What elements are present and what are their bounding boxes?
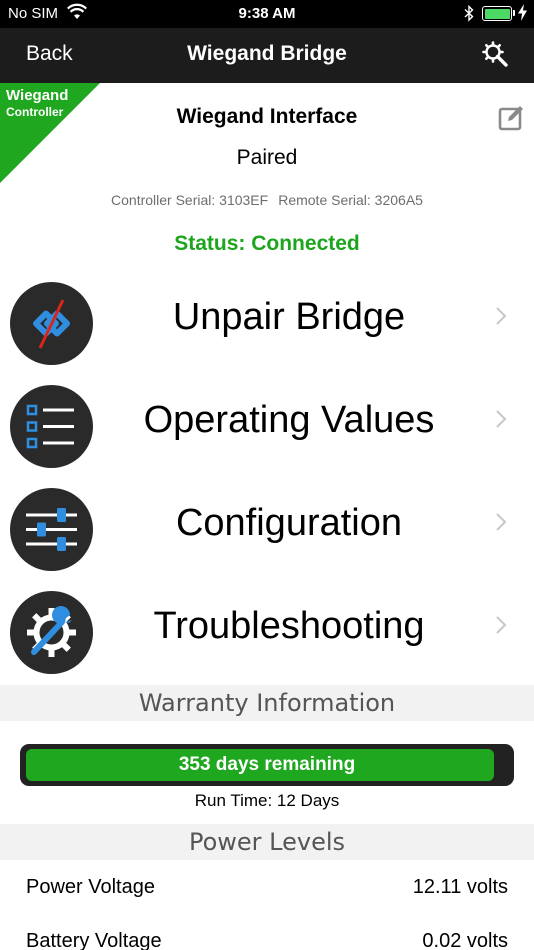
warranty-remaining: 353 days remaining <box>178 754 356 775</box>
chevron-right-icon <box>496 616 507 634</box>
device-name: Wiegand Interface <box>176 105 358 128</box>
menu-label: Troubleshooting <box>153 605 425 647</box>
gear-search-icon[interactable] <box>481 40 509 68</box>
sliders-icon <box>10 488 93 571</box>
unlink-icon <box>10 282 93 365</box>
run-time: Run Time: 12 Days <box>194 791 340 810</box>
bluetooth-icon <box>464 5 474 22</box>
remote-serial: Remote Serial: 3206A5 <box>278 192 423 208</box>
menu-label: Operating Values <box>143 399 435 441</box>
list-icon <box>10 385 93 468</box>
connection-status: Status: Connected <box>174 232 360 255</box>
page-title: Wiegand Bridge <box>187 42 347 65</box>
controller-serial: Controller Serial: 3103EF <box>111 192 269 208</box>
chevron-right-icon <box>496 307 507 325</box>
chevron-right-icon <box>496 513 507 531</box>
pair-state: Paired <box>236 146 298 169</box>
menu-item-unpair-bridge[interactable]: Unpair Bridge <box>0 273 534 373</box>
battery-voltage-value: 0.02 volts <box>422 930 508 950</box>
power-levels-header: Power Levels <box>0 824 534 860</box>
menu-item-troubleshooting[interactable]: Troubleshooting <box>0 582 534 682</box>
battery-voltage-label: Battery Voltage <box>26 930 162 950</box>
navigation-bar: Back Wiegand Bridge <box>0 28 534 83</box>
power-voltage-label: Power Voltage <box>26 876 155 898</box>
clock: 9:38 AM <box>238 5 296 22</box>
menu-item-operating-values[interactable]: Operating Values <box>0 376 534 476</box>
serial-numbers: Controller Serial: 3103EF Remote Serial: … <box>0 192 534 208</box>
battery-icon <box>482 6 512 21</box>
chevron-right-icon <box>496 410 507 428</box>
menu-item-configuration[interactable]: Configuration <box>0 479 534 579</box>
menu-label: Unpair Bridge <box>172 296 406 338</box>
menu-label: Configuration <box>175 502 403 544</box>
power-voltage-row: Power Voltage 12.11 volts <box>0 868 534 908</box>
warranty-header: Warranty Information <box>0 685 534 721</box>
wrench-gear-icon <box>10 591 93 674</box>
power-voltage-value: 12.11 volts <box>412 876 508 898</box>
charging-bolt-icon <box>518 4 527 21</box>
warranty-progress-bar: 353 days remaining <box>20 744 514 786</box>
status-bar: No SIM 9:38 AM <box>0 0 534 28</box>
battery-voltage-row: Battery Voltage 0.02 volts <box>0 922 534 950</box>
ribbon-line1: Wiegand <box>6 87 69 104</box>
battery-tip <box>513 10 515 16</box>
